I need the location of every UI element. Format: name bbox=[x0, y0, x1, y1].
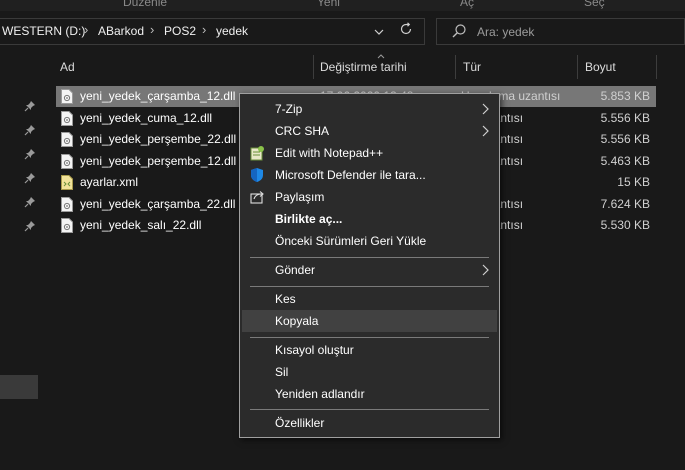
menu-item-properties[interactable]: Özellikler bbox=[242, 412, 497, 434]
menu-item-label: Gönder bbox=[275, 263, 316, 277]
ribbon-new-group[interactable]: Yeni bbox=[317, 0, 340, 9]
file-name: yeni_yedek_çarşamba_12.dll bbox=[80, 89, 236, 103]
breadcrumb-yedek[interactable]: yedek bbox=[216, 24, 248, 38]
menu-item-share[interactable]: Paylaşım bbox=[242, 186, 497, 208]
menu-item-rename[interactable]: Yeniden adlandır bbox=[242, 383, 497, 405]
dll-file-icon bbox=[61, 218, 73, 233]
file-name: yeni_yedek_cuma_12.dll bbox=[80, 110, 213, 125]
file-size: 5.530 KB bbox=[600, 218, 650, 232]
dll-file-icon bbox=[61, 153, 73, 169]
column-header-date[interactable]: Değiştirme tarihi bbox=[320, 53, 407, 81]
file-name: ayarlar.xml bbox=[80, 175, 139, 189]
column-divider[interactable] bbox=[455, 55, 456, 79]
menu-separator bbox=[250, 257, 489, 258]
file-name: yeni_yedek_salı_22.dll bbox=[80, 218, 202, 232]
notepad-plus-plus-icon bbox=[249, 145, 265, 161]
menu-item-cut[interactable]: Kes bbox=[242, 288, 497, 310]
ribbon: Düzenle Yeni Aç Seç bbox=[0, 0, 685, 11]
menu-item-create-shortcut[interactable]: Kısayol oluştur bbox=[242, 339, 497, 361]
menu-item-delete[interactable]: Sil bbox=[242, 361, 497, 383]
breadcrumb[interactable]: WESTERN (D:) › ABarkod › POS2 › yedek bbox=[0, 18, 425, 45]
search-input[interactable] bbox=[477, 23, 677, 41]
ribbon-edit-group[interactable]: Düzenle bbox=[123, 0, 167, 9]
file-explorer-window: Düzenle Yeni Aç Seç WESTERN (D:) › ABark… bbox=[0, 0, 685, 470]
column-divider[interactable] bbox=[313, 55, 314, 79]
nav-selected-item[interactable] bbox=[0, 375, 38, 399]
column-divider[interactable] bbox=[577, 55, 578, 79]
file-size: 5.853 KB bbox=[600, 89, 650, 103]
chevron-down-icon bbox=[374, 29, 384, 35]
menu-item-label: Yeniden adlandır bbox=[275, 387, 365, 401]
menu-item-defender-scan[interactable]: Microsoft Defender ile tara... bbox=[242, 164, 497, 186]
navigation-pane bbox=[0, 53, 44, 470]
column-header-size[interactable]: Boyut bbox=[585, 53, 616, 81]
menu-item-label: CRC SHA bbox=[275, 124, 330, 138]
ribbon-select-group[interactable]: Seç bbox=[584, 0, 605, 9]
defender-shield-icon bbox=[249, 167, 265, 183]
file-size: 5.463 KB bbox=[600, 153, 650, 168]
menu-item-label: Kopyala bbox=[275, 314, 319, 328]
menu-item-crc-sha[interactable]: CRC SHA bbox=[242, 120, 497, 142]
file-size: 5.556 KB bbox=[600, 110, 650, 125]
menu-item-copy[interactable]: Kopyala bbox=[242, 310, 497, 332]
dll-file-icon bbox=[61, 132, 73, 147]
chevron-right-icon bbox=[482, 124, 490, 138]
menu-item-label: Birlikte aç... bbox=[275, 212, 343, 226]
breadcrumb-separator[interactable]: › bbox=[84, 22, 88, 37]
chevron-right-icon bbox=[482, 263, 490, 277]
pin-icon[interactable] bbox=[24, 148, 36, 160]
breadcrumb-separator[interactable]: › bbox=[202, 22, 206, 37]
breadcrumb-abarkod[interactable]: ABarkod bbox=[98, 24, 144, 38]
ribbon-open-group[interactable]: Aç bbox=[460, 0, 474, 9]
share-icon bbox=[249, 189, 265, 205]
search-icon bbox=[451, 23, 467, 39]
dll-file-icon bbox=[61, 89, 73, 104]
menu-separator bbox=[250, 337, 489, 338]
search-box[interactable] bbox=[436, 18, 685, 45]
menu-item-label: 7-Zip bbox=[275, 102, 303, 116]
menu-item-send-to[interactable]: Gönder bbox=[242, 259, 497, 281]
breadcrumb-drive[interactable]: WESTERN (D:) bbox=[2, 24, 85, 38]
refresh-icon bbox=[400, 22, 412, 35]
menu-item-edit-notepad[interactable]: Edit with Notepad++ bbox=[242, 142, 497, 164]
menu-item-label: Paylaşım bbox=[275, 190, 325, 204]
menu-item-restore-versions[interactable]: Önceki Sürümleri Geri Yükle bbox=[242, 230, 497, 252]
breadcrumb-pos2[interactable]: POS2 bbox=[164, 24, 196, 38]
menu-item-open-with[interactable]: Birlikte aç... bbox=[242, 208, 497, 230]
column-header-name[interactable]: Ad bbox=[60, 53, 75, 81]
file-name: yeni_yedek_çarşamba_22.dll bbox=[80, 196, 236, 211]
menu-item-label: Kısayol oluştur bbox=[275, 343, 354, 357]
refresh-button[interactable] bbox=[395, 22, 417, 42]
pin-icon[interactable] bbox=[24, 124, 36, 136]
menu-separator bbox=[250, 286, 489, 287]
breadcrumb-separator[interactable]: › bbox=[150, 22, 154, 37]
pin-icon[interactable] bbox=[24, 100, 36, 112]
chevron-right-icon bbox=[482, 102, 490, 116]
menu-item-label: Kes bbox=[275, 292, 296, 306]
menu-item-label: Önceki Sürümleri Geri Yükle bbox=[275, 234, 427, 248]
file-name: yeni_yedek_perşembe_22.dll bbox=[80, 132, 237, 146]
menu-item-label: Sil bbox=[275, 365, 289, 379]
column-divider[interactable] bbox=[656, 55, 657, 79]
pin-icon[interactable] bbox=[24, 196, 36, 208]
context-menu: 7-Zip CRC SHA Edit with Notepad++ Micros… bbox=[239, 93, 500, 438]
file-size: 15 KB bbox=[617, 175, 650, 189]
menu-item-7zip[interactable]: 7-Zip bbox=[242, 98, 497, 120]
dll-file-icon bbox=[61, 196, 73, 212]
menu-separator bbox=[250, 409, 489, 410]
file-name: yeni_yedek_perşembe_12.dll bbox=[80, 153, 237, 168]
xml-file-icon bbox=[61, 175, 73, 190]
pin-icon[interactable] bbox=[24, 172, 36, 184]
menu-item-label: Edit with Notepad++ bbox=[275, 146, 384, 160]
file-size: 5.556 KB bbox=[600, 132, 650, 146]
address-history-dropdown-button[interactable] bbox=[370, 23, 388, 41]
file-size: 7.624 KB bbox=[600, 196, 650, 211]
dll-file-icon bbox=[61, 110, 73, 126]
menu-item-label: Özellikler bbox=[275, 416, 325, 430]
address-toolbar: WESTERN (D:) › ABarkod › POS2 › yedek bbox=[0, 11, 685, 53]
pin-icon[interactable] bbox=[24, 220, 36, 232]
column-header-type[interactable]: Tür bbox=[463, 53, 481, 81]
menu-item-label: Microsoft Defender ile tara... bbox=[275, 168, 426, 182]
